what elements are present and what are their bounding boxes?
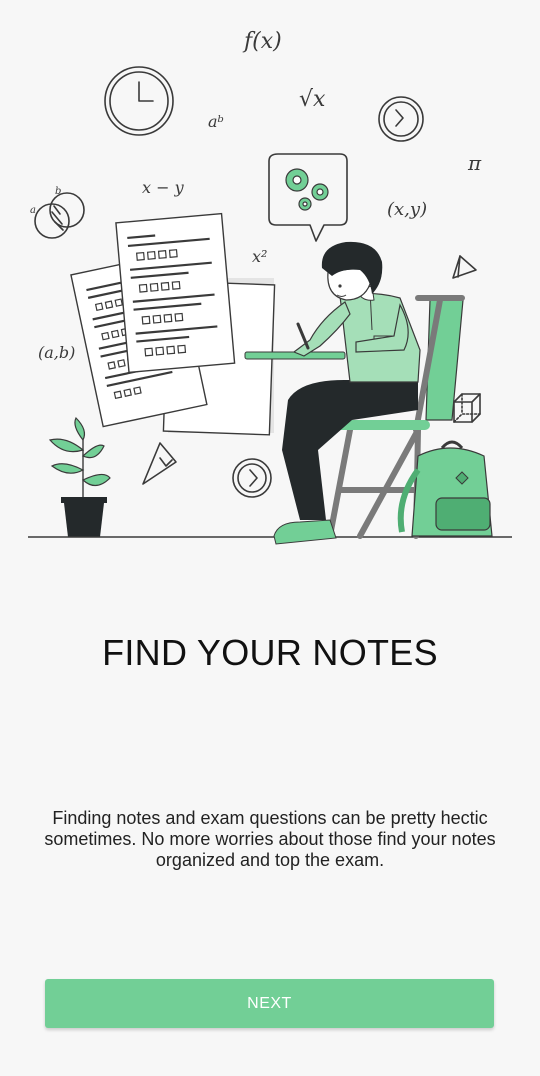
speech-bubble-icon (268, 153, 348, 242)
clock-icon (104, 66, 174, 136)
doodle-xy-pair: (x,y) (387, 199, 427, 220)
clock-small-icon (378, 96, 424, 142)
gears-icon (285, 168, 329, 211)
next-button[interactable]: NEXT (45, 979, 494, 1028)
student-icon (273, 241, 421, 545)
venn-diagram-icon (34, 192, 85, 239)
doodle-ab-power: aᵇ (208, 112, 224, 131)
exam-papers-icon (70, 212, 276, 436)
doodle-pi: π (467, 151, 482, 175)
doodle-sqrt: √x (299, 87, 326, 112)
doodle-venn-b: b (55, 186, 61, 197)
page-title: FIND YOUR NOTES (102, 632, 438, 673)
cube-icon (453, 393, 481, 423)
page-description: Finding notes and exam questions can be … (44, 808, 496, 870)
writing-board-icon (244, 351, 346, 360)
doodle-ab-pair: (a,b) (38, 343, 75, 362)
students-studying-illustration: f(x) aᵇ √x x − y x² (x,y) (a,b) π a b (28, 29, 512, 545)
doodle-x-squared: x² (252, 247, 267, 266)
doodle-fx: f(x) (242, 29, 282, 54)
doodle-venn-a: a (30, 205, 36, 216)
doodle-x-minus-y: x − y (142, 178, 185, 197)
pyramid-icon (452, 255, 477, 279)
triangle-icon (142, 442, 177, 485)
clock-bottom-icon (232, 458, 272, 498)
potted-plant-icon (48, 416, 111, 537)
